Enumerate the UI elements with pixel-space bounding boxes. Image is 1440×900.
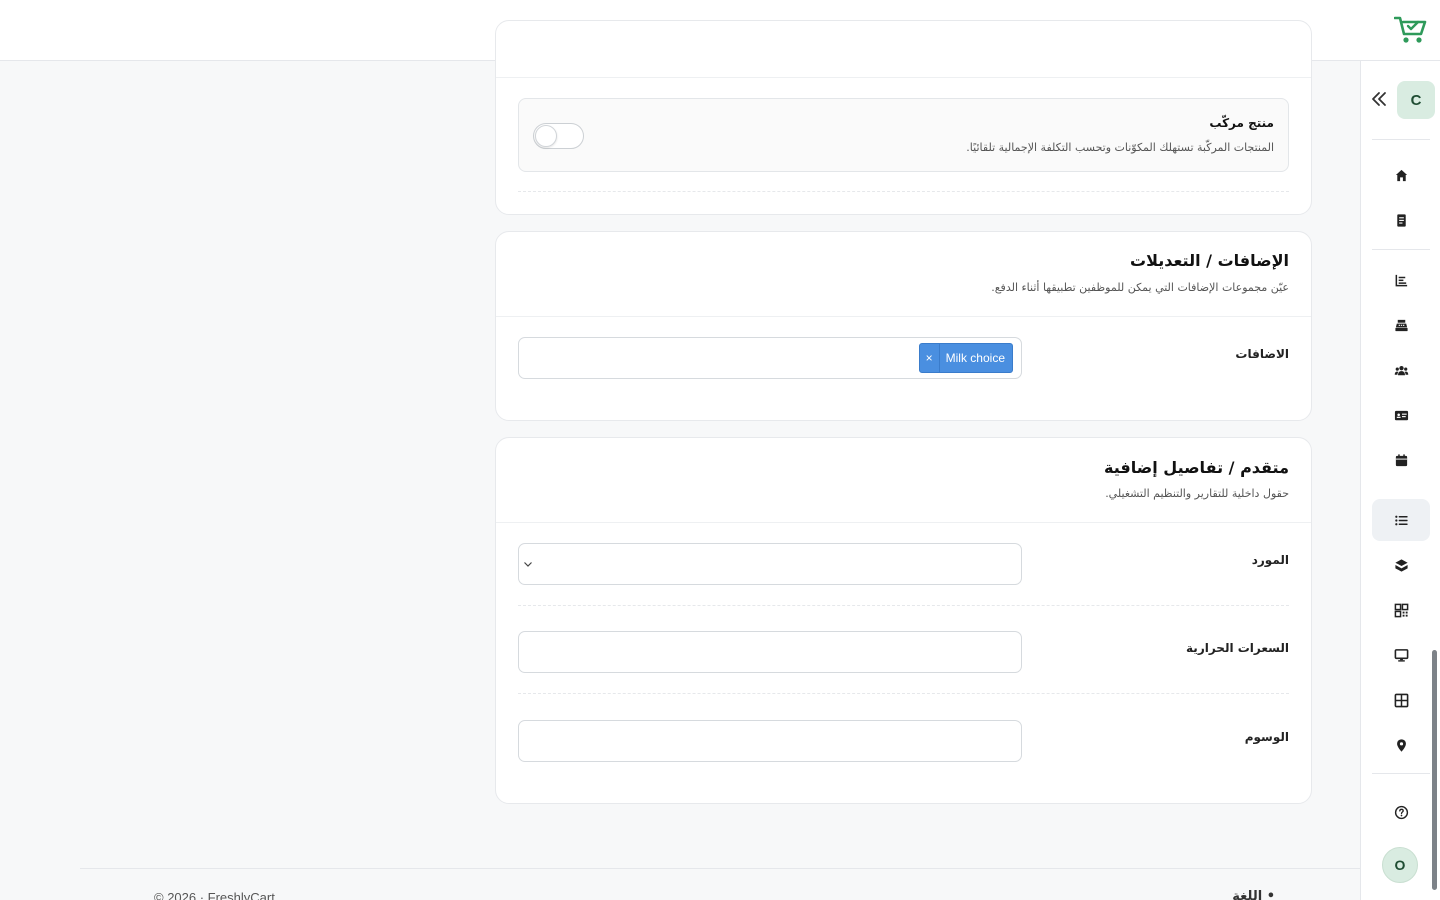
- selected-tag: × Milk choice: [918, 343, 1013, 373]
- supplier-label: المورد: [1251, 553, 1289, 567]
- row-divider: [518, 191, 1289, 192]
- tags-label: الوسوم: [1244, 730, 1289, 744]
- composite-product-box: منتج مركّب المنتجات المركّبة تستهلك المك…: [518, 98, 1289, 172]
- home-icon: [1395, 169, 1407, 181]
- double-chevron-icon[interactable]: [1370, 89, 1388, 109]
- sidebar-item-inventory[interactable]: [1372, 544, 1430, 586]
- cash-register-icon: [1394, 319, 1408, 331]
- sidebar-item-customers[interactable]: [1372, 349, 1430, 391]
- section-subtitle: عيّن مجموعات الإضافات التي يمكن للموظفين…: [991, 281, 1289, 294]
- footer-divider: [80, 868, 1361, 869]
- right-sidebar: C O: [1360, 61, 1440, 900]
- language-switcher[interactable]: • اللغة: [1232, 889, 1275, 900]
- supplier-select[interactable]: [518, 543, 1022, 585]
- sidebar-item-tables[interactable]: [1372, 679, 1430, 721]
- composite-title: منتج مركّب: [1209, 116, 1274, 130]
- sidebar-divider: [1372, 139, 1430, 140]
- sidebar-item-calendar[interactable]: [1372, 439, 1430, 481]
- row-divider: [518, 693, 1289, 694]
- calendar-icon: [1395, 453, 1407, 466]
- sidebar-item-qr[interactable]: [1372, 589, 1430, 631]
- composite-card: منتج مركّب المنتجات المركّبة تستهلك المك…: [495, 20, 1312, 215]
- addons-card: الإضافات / التعديلات عيّن مجموعات الإضاف…: [495, 231, 1312, 421]
- sidebar-item-cards[interactable]: [1372, 394, 1430, 436]
- sidebar-divider: [1372, 249, 1430, 250]
- section-title: الإضافات / التعديلات: [1130, 251, 1289, 270]
- page-scrollbar[interactable]: [1432, 650, 1437, 890]
- desktop-icon: [1394, 648, 1408, 662]
- card-divider: [496, 316, 1311, 317]
- remove-tag-button[interactable]: ×: [920, 344, 940, 372]
- workspace-avatar[interactable]: C: [1397, 81, 1435, 119]
- sidebar-item-help[interactable]: [1372, 791, 1430, 833]
- addons-multiselect[interactable]: × Milk choice: [518, 337, 1022, 379]
- chart-icon: [1395, 274, 1407, 286]
- table-icon: [1394, 693, 1408, 707]
- user-avatar[interactable]: O: [1382, 847, 1418, 883]
- advanced-card: متقدم / تفاصيل إضافية حقول داخلية للتقار…: [495, 437, 1312, 804]
- section-title: متقدم / تفاصيل إضافية: [1104, 458, 1289, 477]
- sidebar-item-register[interactable]: [1372, 304, 1430, 346]
- id-card-icon: [1394, 410, 1408, 420]
- calories-label: السعرات الحرارية: [1186, 641, 1289, 655]
- map-pin-icon: [1396, 738, 1406, 752]
- receipt-icon: [1396, 213, 1406, 227]
- composite-toggle[interactable]: [533, 123, 584, 149]
- composite-subtitle: المنتجات المركّبة تستهلك المكوّنات وتحسب…: [966, 141, 1274, 154]
- list-icon: [1394, 515, 1408, 525]
- help-circle-icon: [1394, 805, 1408, 819]
- card-divider: [496, 522, 1311, 523]
- shopping-cart-icon[interactable]: [1394, 14, 1428, 46]
- sidebar-divider: [1372, 773, 1430, 774]
- sidebar-item-devices[interactable]: [1372, 634, 1430, 676]
- tag-label: Milk choice: [945, 351, 1005, 365]
- section-subtitle: حقول داخلية للتقارير والتنظيم التشغيلي.: [1105, 487, 1289, 500]
- toggle-knob: [535, 125, 557, 147]
- sidebar-item-products[interactable]: [1372, 499, 1430, 541]
- row-divider: [518, 605, 1289, 606]
- users-icon: [1394, 365, 1408, 375]
- chevron-down-icon: [524, 562, 532, 567]
- card-divider: [496, 77, 1311, 78]
- sidebar-item-orders[interactable]: [1372, 199, 1430, 241]
- sidebar-item-home[interactable]: [1372, 154, 1430, 196]
- boxes-icon: [1394, 558, 1408, 572]
- sidebar-item-reports[interactable]: [1372, 259, 1430, 301]
- tags-input[interactable]: [518, 720, 1022, 762]
- qr-code-icon: [1394, 603, 1408, 617]
- addons-label: الاضافات: [1235, 347, 1289, 361]
- sidebar-item-locations[interactable]: [1372, 724, 1430, 766]
- copyright-text: © 2026 · FreshlyCart: [154, 890, 275, 900]
- calories-input[interactable]: [518, 631, 1022, 673]
